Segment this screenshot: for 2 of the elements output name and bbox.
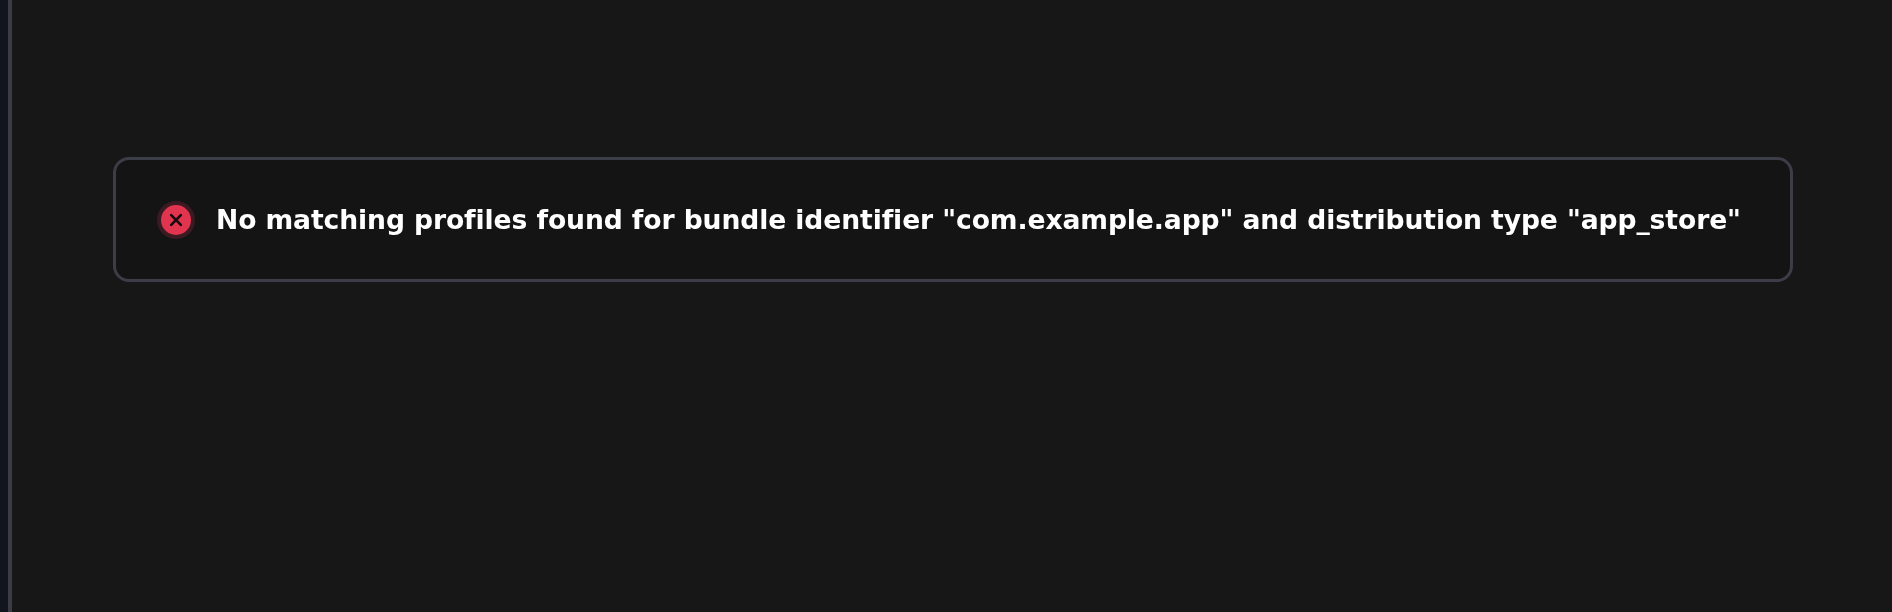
error-icon — [157, 200, 195, 239]
error-message: No matching profiles found for bundle identifier "com.example.app" and distribution type "app_store" — [216, 203, 1741, 236]
